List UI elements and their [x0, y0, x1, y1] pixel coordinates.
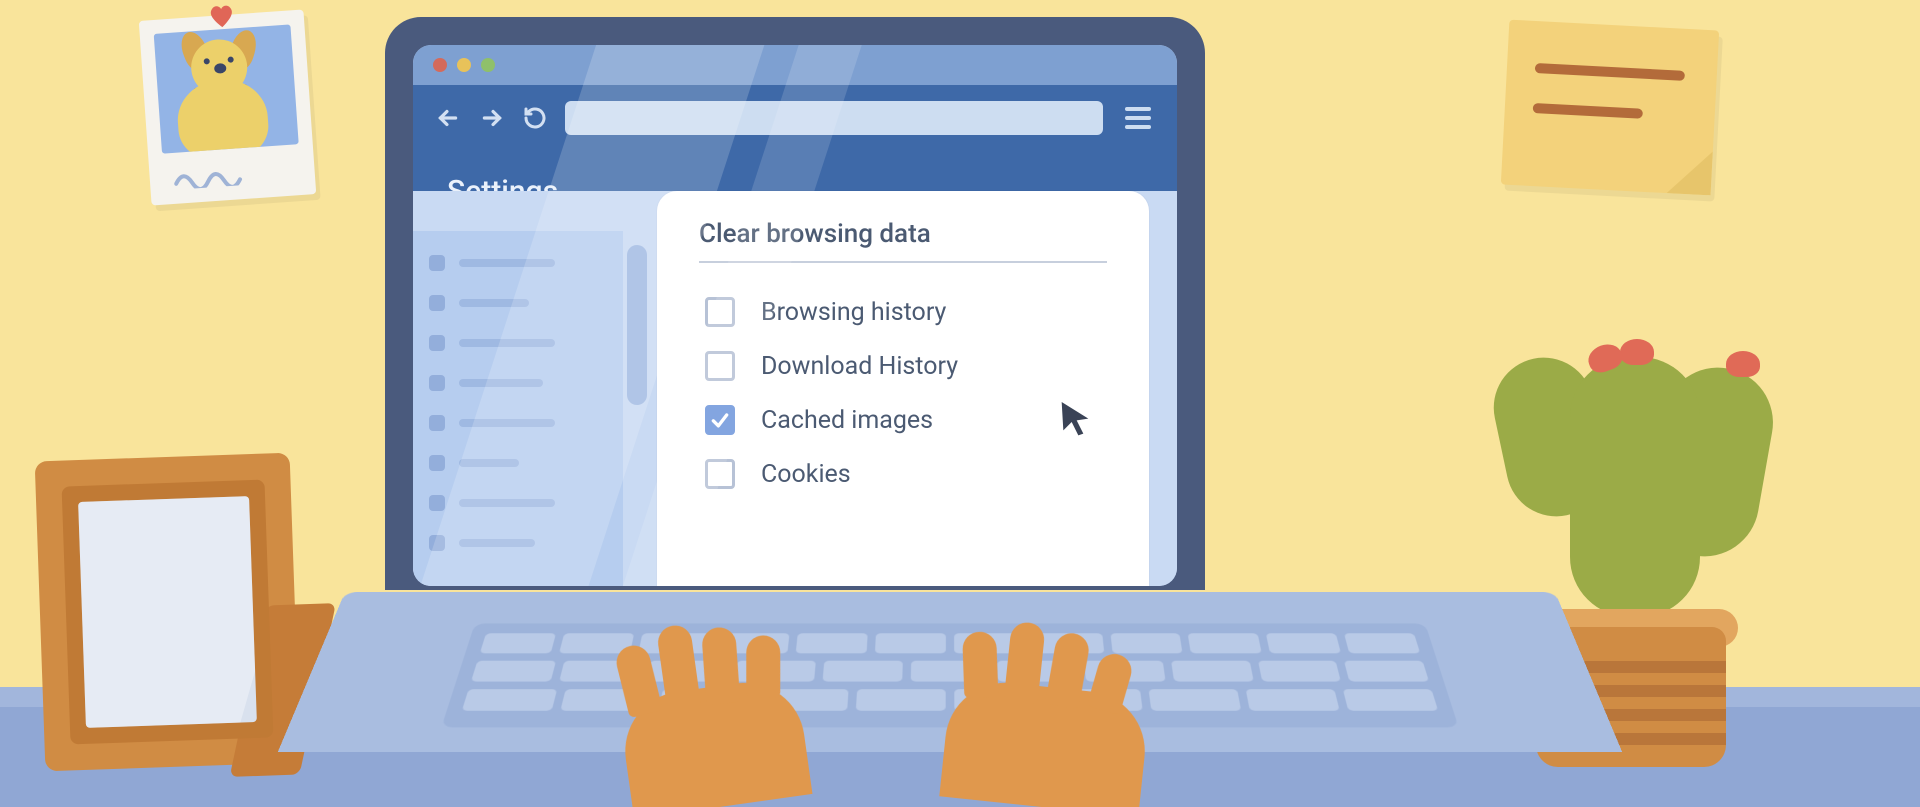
window-maximize-icon[interactable]	[481, 58, 495, 72]
settings-sidebar	[413, 231, 623, 586]
back-button[interactable]	[435, 105, 461, 131]
option-cookies[interactable]: Cookies	[699, 447, 1107, 501]
sidebar-item[interactable]	[429, 495, 607, 511]
clear-browsing-data-dialog: Clear browsing data Browsing history Dow…	[657, 191, 1149, 586]
browser-window: Settings	[413, 45, 1177, 586]
browser-toolbar	[413, 85, 1177, 151]
hamburger-icon	[1125, 107, 1151, 111]
sidebar-item[interactable]	[429, 415, 607, 431]
keyboard	[441, 623, 1458, 727]
sidebar-item[interactable]	[429, 335, 607, 351]
generic-icon	[429, 255, 445, 271]
arrow-left-icon	[435, 105, 461, 131]
laptop-lid: Settings	[385, 17, 1205, 590]
forward-button[interactable]	[479, 105, 505, 131]
cursor-icon	[1055, 397, 1095, 437]
option-cached-images[interactable]: Cached images	[699, 393, 1107, 447]
window-minimize-icon[interactable]	[457, 58, 471, 72]
generic-icon	[429, 335, 445, 351]
window-titlebar	[413, 45, 1177, 85]
reload-icon	[523, 106, 547, 130]
sidebar-item[interactable]	[429, 535, 607, 551]
hand-right	[939, 677, 1150, 807]
option-download-history[interactable]: Download History	[699, 339, 1107, 393]
generic-icon	[429, 295, 445, 311]
illustration-scene: Settings	[0, 0, 1920, 807]
polaroid-scribble-icon	[173, 166, 264, 190]
arrow-right-icon	[479, 105, 505, 131]
menu-button[interactable]	[1121, 103, 1155, 133]
generic-icon	[429, 455, 445, 471]
option-label: Cookies	[761, 460, 851, 489]
reload-button[interactable]	[523, 106, 547, 130]
generic-icon	[429, 415, 445, 431]
window-close-icon[interactable]	[433, 58, 447, 72]
checkbox-checked-icon[interactable]	[705, 405, 735, 435]
polaroid-photo	[139, 9, 317, 205]
address-bar[interactable]	[565, 101, 1103, 135]
checkbox-unchecked-icon[interactable]	[705, 459, 735, 489]
generic-icon	[429, 375, 445, 391]
option-browsing-history[interactable]: Browsing history	[699, 285, 1107, 339]
sidebar-item[interactable]	[429, 375, 607, 391]
laptop-screen: Settings	[413, 45, 1177, 586]
check-icon	[710, 410, 730, 430]
polaroid-image	[154, 24, 299, 153]
option-label: Download History	[761, 352, 958, 381]
sidebar-item[interactable]	[429, 255, 607, 271]
page-content: Clear browsing data Browsing history Dow…	[413, 191, 1177, 586]
generic-icon	[429, 495, 445, 511]
sidebar-scrollbar[interactable]	[627, 245, 647, 405]
divider	[699, 261, 1107, 263]
dialog-title: Clear browsing data	[699, 219, 1107, 249]
picture-frame	[35, 453, 301, 772]
option-label: Cached images	[761, 406, 933, 435]
sidebar-item[interactable]	[429, 295, 607, 311]
generic-icon	[429, 535, 445, 551]
checkbox-unchecked-icon[interactable]	[705, 297, 735, 327]
option-label: Browsing history	[761, 298, 946, 327]
checkbox-unchecked-icon[interactable]	[705, 351, 735, 381]
sidebar-item[interactable]	[429, 455, 607, 471]
laptop: Settings	[345, 17, 1555, 807]
